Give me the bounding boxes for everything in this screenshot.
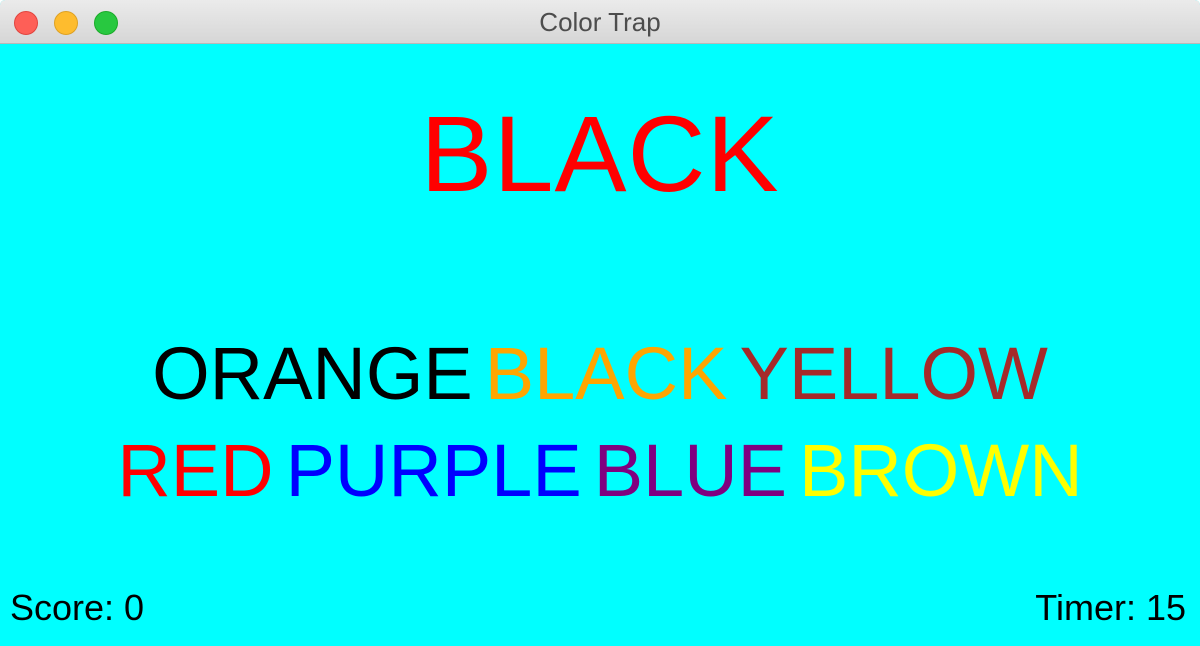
game-area: BLACK ORANGE BLACK YELLOW RED PURPLE BLUE BRO… xyxy=(0,44,1200,646)
title-bar: Color Trap xyxy=(0,0,1200,44)
choice-word[interactable]: BLUE xyxy=(594,426,787,516)
choice-word[interactable]: BROWN xyxy=(799,426,1083,516)
choices-row-1: ORANGE BLACK YELLOW xyxy=(0,329,1200,419)
choice-word[interactable]: ORANGE xyxy=(152,329,473,419)
score-label: Score: 0 xyxy=(10,587,145,628)
game-window: Color Trap BLACK ORANGE BLACK YELLOW RED PU… xyxy=(0,0,1200,646)
choice-word[interactable]: RED xyxy=(117,426,273,516)
prompt-word: BLACK xyxy=(420,93,780,214)
choice-word[interactable]: PURPLE xyxy=(286,426,582,516)
window-title: Color Trap xyxy=(539,7,661,37)
choice-word[interactable]: YELLOW xyxy=(739,329,1047,419)
timer-label: Timer: 15 xyxy=(1035,587,1186,628)
choices-row-2: RED PURPLE BLUE BROWN xyxy=(0,426,1200,516)
choice-word[interactable]: BLACK xyxy=(485,329,728,419)
